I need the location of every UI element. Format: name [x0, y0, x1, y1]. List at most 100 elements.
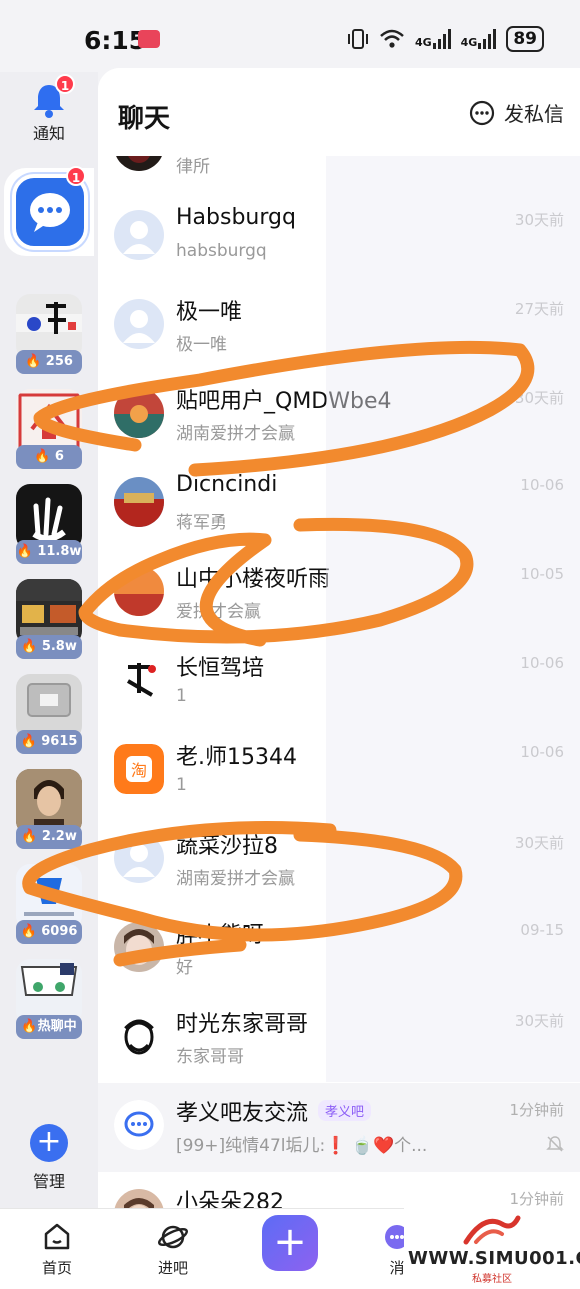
watermark-subtitle: 私募社区: [472, 1274, 512, 1285]
chat-time: 30天前: [514, 834, 564, 852]
signal-2: 4G: [461, 29, 497, 49]
avatar: 淘: [114, 744, 164, 794]
chat-time: 30天前: [514, 211, 564, 229]
list-item[interactable]: 时光东家哥哥 东家哥哥 30天前: [98, 994, 580, 1083]
chat-preview: 极一唯: [176, 335, 227, 355]
send-dm-button[interactable]: 发私信: [468, 98, 564, 127]
chat-name: 胖小熊呀: [176, 923, 265, 948]
list-item[interactable]: Dicncindi 蒋军勇 10-06: [98, 460, 580, 549]
chat-time: 09-15: [520, 921, 564, 939]
chat-name: 老.师15344: [176, 745, 297, 770]
bar-heat: 🔥 5.8w: [16, 635, 82, 659]
list-item[interactable]: 蔬菜沙拉8 湖南爱拼才会赢 30天前: [98, 816, 580, 905]
chat-name: 时光东家哥哥: [176, 1012, 309, 1037]
chat-time: 30天前: [514, 1012, 564, 1030]
nav-home[interactable]: 首页: [22, 1221, 92, 1278]
post-add-button[interactable]: +: [262, 1215, 318, 1271]
avatar: [114, 833, 164, 883]
sidebar-manage[interactable]: + 管理: [0, 1124, 98, 1192]
battery-indicator: 89: [506, 26, 544, 52]
chat-name: 小朵朵282: [176, 1190, 284, 1208]
wifi-icon: [380, 29, 404, 48]
avatar: [114, 655, 164, 705]
signal-bars-icon: [432, 29, 451, 49]
list-item[interactable]: 山中小楼夜听雨 爱拼才会赢 10-05: [98, 549, 580, 638]
header: 聊天 发私信: [98, 68, 580, 156]
chat-panel: 律所 Habsburgq habsburgq 30天前 极一唯 极一唯 27天前…: [98, 68, 580, 1208]
chat-preview: habsburgq: [176, 241, 267, 261]
chat-preview: 湖南爱拼才会赢: [176, 869, 295, 889]
app-notification-icon: [138, 30, 160, 48]
chat-name: 蔬菜沙拉8: [176, 834, 278, 859]
chat-name: 孝义吧友交流 孝义吧: [176, 1095, 372, 1127]
avatar: [114, 566, 164, 616]
bar-heat: 🔥 6096: [16, 920, 82, 944]
chat-time: 10-06: [520, 743, 564, 761]
bar-item[interactable]: 🔥 6096: [16, 864, 82, 944]
chat-time: 1分钟前: [509, 1190, 564, 1208]
page-title: 聊天: [118, 104, 171, 134]
chat-time: 10-06: [520, 654, 564, 672]
bar-item[interactable]: 🔥 2.2w: [16, 769, 82, 849]
sidebar-notice[interactable]: 1 通知: [0, 74, 98, 144]
signal-bars-icon: [478, 29, 497, 49]
bar-heat: 🔥 2.2w: [16, 825, 82, 849]
list-item[interactable]: 小朵朵282 1分钟前: [98, 1172, 580, 1208]
chat-name: 山中小楼夜听雨: [176, 567, 331, 592]
chat-preview: 爱拼才会赢: [176, 602, 261, 622]
avatar: [114, 1011, 164, 1061]
bar-item[interactable]: 🔥热聊中: [16, 959, 82, 1039]
manage-label: 管理: [32, 1172, 65, 1191]
chat-preview: 蒋军勇: [176, 513, 227, 533]
avatar: [114, 477, 164, 527]
avatar: [114, 210, 164, 260]
bar-item[interactable]: 🔥 9615: [16, 674, 82, 754]
sidebar-chat-tab[interactable]: 1: [4, 166, 94, 256]
status-icons: 4G 4G 89: [347, 26, 544, 52]
list-item[interactable]: 淘 老.师15344 1 10-06: [98, 727, 580, 816]
bar-item[interactable]: 🔥 256: [16, 294, 82, 374]
bar-item[interactable]: 🔥 11.8w: [16, 484, 82, 564]
chat-name: 极一唯: [176, 300, 243, 325]
notice-label: 通知: [32, 124, 65, 143]
vibrate-icon: [347, 29, 368, 49]
bar-item[interactable]: 🔥 6: [16, 389, 82, 469]
chat-preview: [99+]纯情47l垢儿:❗ 🍵❤️个...: [176, 1136, 428, 1156]
chat-time: 10-05: [520, 565, 564, 583]
bar-heat: 🔥热聊中: [16, 1015, 82, 1039]
bar-item[interactable]: 🔥 5.8w: [16, 579, 82, 659]
sidebar: 1 通知 1 🔥 256 🔥 6 🔥 11.8w 🔥 5.8w 🔥 9615 🔥…: [0, 72, 98, 1208]
add-icon: +: [30, 1124, 68, 1162]
chat-name: 长恒驾培: [176, 656, 265, 681]
nav-bars[interactable]: 进吧: [138, 1221, 208, 1278]
svg-text:淘: 淘: [131, 761, 147, 780]
chat-preview: 湖南爱拼才会赢: [176, 424, 295, 444]
bar-heat: 🔥 9615: [16, 730, 82, 754]
list-item[interactable]: 孝义吧友交流 孝义吧 [99+]纯情47l垢儿:❗ 🍵❤️个... 1分钟前: [98, 1083, 580, 1172]
planet-icon: [157, 1225, 189, 1249]
chat-preview: 好: [176, 958, 193, 978]
watermark-text: WWW.SIMU001.CN: [408, 1248, 580, 1269]
chat-preview: 1: [176, 686, 187, 706]
bar-tag: 孝义吧: [318, 1100, 372, 1121]
bar-heat: 🔥 6: [16, 445, 82, 469]
list-item[interactable]: 极一唯 极一唯 27天前: [98, 282, 580, 371]
chat-dots-icon: [469, 100, 495, 125]
group-chat-icon: [114, 1100, 164, 1150]
status-bar: 6:15 4G 4G 89: [0, 0, 580, 72]
chat-time: 27天前: [514, 300, 564, 318]
chat-preview: 1: [176, 775, 187, 795]
list-item[interactable]: 贴吧用户_QMDWbe4 湖南爱拼才会赢 30天前: [98, 371, 580, 460]
list-item[interactable]: 胖小熊呀 好 09-15: [98, 905, 580, 994]
avatar: [114, 1189, 164, 1208]
chat-badge: 1: [66, 166, 86, 186]
avatar: [114, 388, 164, 438]
list-item[interactable]: 长恒驾培 1 10-06: [98, 638, 580, 727]
chat-name: Habsburgq: [176, 205, 296, 230]
list-item[interactable]: Habsburgq habsburgq 30天前: [98, 193, 580, 282]
watermark: WWW.SIMU001.CN 私募社区: [404, 1208, 580, 1289]
bell-icon: 1: [29, 74, 75, 120]
avatar: [114, 299, 164, 349]
chat-time: 1分钟前: [509, 1101, 564, 1119]
chat-time: 30天前: [514, 389, 564, 407]
